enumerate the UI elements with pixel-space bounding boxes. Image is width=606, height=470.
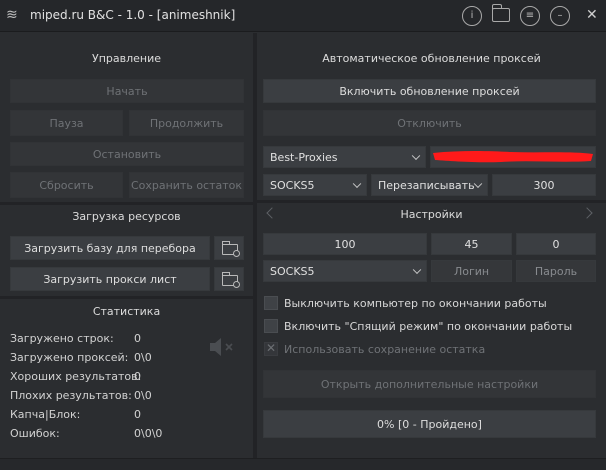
threads-value: 100 bbox=[334, 237, 356, 251]
status-strip bbox=[0, 458, 606, 470]
speaker-muted-icon[interactable] bbox=[208, 336, 236, 358]
start-button[interactable]: Начать bbox=[10, 79, 244, 103]
save-rest-button[interactable]: Сохранить остаток bbox=[129, 172, 244, 198]
stat-value: 0\0 bbox=[134, 389, 152, 402]
settings-title: Настройки bbox=[400, 208, 463, 221]
save-rest-label: Использовать сохранение остатка bbox=[284, 343, 486, 356]
advanced-settings-button[interactable]: Открыть дополнительные настройки bbox=[263, 370, 596, 398]
stat-value: 0\0\0 bbox=[134, 427, 163, 440]
open-proxy-folder-button[interactable] bbox=[214, 267, 244, 291]
shutdown-checkbox[interactable] bbox=[264, 296, 278, 310]
stat-value: 0\0 bbox=[134, 351, 152, 364]
resources-title: Загрузка ресурсов bbox=[72, 210, 181, 223]
stat-label: Загружено проксей: bbox=[10, 351, 129, 364]
stat-value: 0 bbox=[134, 332, 141, 345]
column-separator bbox=[253, 33, 257, 458]
continue-button[interactable]: Продолжить bbox=[129, 110, 244, 136]
control-title: Управление bbox=[91, 52, 161, 65]
timeout-input[interactable]: 45 bbox=[431, 233, 512, 255]
app-icon: ≋ bbox=[6, 7, 18, 23]
update-interval-input[interactable]: 300 bbox=[492, 174, 596, 196]
password-input[interactable]: Пароль bbox=[516, 260, 596, 282]
proxy-mode-select[interactable]: Перезаписывать bbox=[371, 174, 488, 196]
load-proxy-button[interactable]: Загрузить прокси лист bbox=[10, 267, 210, 291]
load-base-button[interactable]: Загрузить базу для перебора bbox=[10, 236, 210, 260]
section-separator bbox=[0, 296, 253, 299]
update-interval-value: 300 bbox=[533, 178, 555, 192]
retries-value: 0 bbox=[552, 237, 560, 251]
chevron-down-icon bbox=[352, 179, 362, 189]
proxy-source-value: Best-Proxies bbox=[270, 150, 338, 164]
stop-button[interactable]: Остановить bbox=[10, 142, 244, 166]
sleep-checkbox[interactable] bbox=[264, 319, 278, 333]
stat-label: Хороших результатов: bbox=[10, 370, 142, 383]
stats-title: Статистика bbox=[92, 305, 161, 318]
section-separator bbox=[257, 200, 606, 203]
stat-label: Загружено строк: bbox=[10, 332, 114, 345]
info-icon[interactable]: i bbox=[462, 6, 482, 26]
title-bar: ≋ miped.ru B&C - 1.0 - [animeshnik] i ≡ … bbox=[0, 0, 606, 32]
menu-icon[interactable]: ≡ bbox=[520, 6, 540, 26]
enable-proxy-update-button[interactable]: Включить обновление проксей bbox=[263, 79, 596, 103]
folder-icon bbox=[221, 241, 240, 257]
section-separator bbox=[0, 202, 253, 205]
disable-proxy-update-button[interactable]: Отключить bbox=[263, 110, 596, 136]
stat-value: 0 bbox=[134, 370, 141, 383]
minimize-icon[interactable]: – bbox=[550, 6, 570, 26]
password-placeholder: Пароль bbox=[534, 264, 578, 278]
retries-input[interactable]: 0 bbox=[516, 233, 596, 255]
folder-icon bbox=[221, 272, 240, 288]
proxy-type-value: SOCKS5 bbox=[270, 178, 315, 192]
save-rest-checkbox[interactable] bbox=[264, 341, 278, 356]
stat-value: 0 bbox=[134, 408, 141, 421]
sleep-label: Включить "Спящий режим" по окончании раб… bbox=[284, 320, 573, 333]
proxy-protocol-select[interactable]: SOCKS5 bbox=[263, 260, 427, 282]
chevron-down-icon bbox=[473, 179, 483, 189]
proxy-mode-value: Перезаписывать bbox=[378, 178, 475, 192]
proxy-source-select[interactable]: Best-Proxies bbox=[263, 146, 426, 168]
stat-label: Плохих результатов: bbox=[10, 389, 132, 402]
stat-label: Капча|Блок: bbox=[10, 408, 81, 421]
pause-button[interactable]: Пауза bbox=[10, 110, 123, 136]
progress-indicator: 0% [0 - Пройдено] bbox=[263, 410, 596, 438]
login-placeholder: Логин bbox=[453, 264, 490, 278]
window-title: miped.ru B&C - 1.0 - [animeshnik] bbox=[30, 8, 236, 22]
redaction-mark bbox=[433, 151, 593, 163]
timeout-value: 45 bbox=[464, 237, 479, 251]
chevron-down-icon bbox=[411, 151, 421, 161]
open-base-folder-button[interactable] bbox=[214, 236, 244, 260]
stat-label: Ошибок: bbox=[10, 427, 60, 440]
shutdown-label: Выключить компьютер по окончании работы bbox=[284, 297, 547, 310]
proxy-protocol-value: SOCKS5 bbox=[270, 264, 315, 278]
proxy-update-title: Автоматическое обновление проксей bbox=[322, 52, 541, 65]
chevron-down-icon bbox=[412, 265, 422, 275]
reset-button[interactable]: Сбросить bbox=[10, 172, 123, 198]
login-input[interactable]: Логин bbox=[431, 260, 512, 282]
close-icon[interactable]: ✕ bbox=[586, 8, 598, 22]
proxy-type-select[interactable]: SOCKS5 bbox=[263, 174, 367, 196]
folder-icon[interactable] bbox=[491, 4, 510, 22]
threads-input[interactable]: 100 bbox=[263, 233, 427, 255]
